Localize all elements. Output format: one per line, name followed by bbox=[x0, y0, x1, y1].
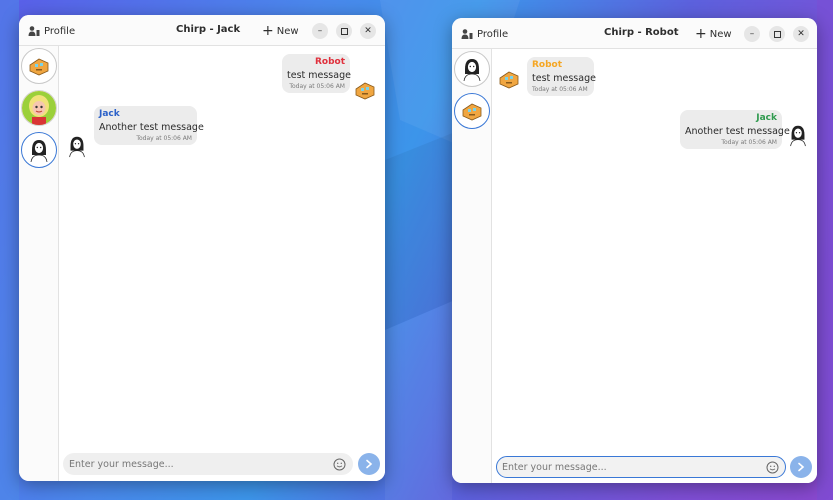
minimize-button[interactable]: – bbox=[312, 23, 328, 39]
contacts-sidebar bbox=[452, 49, 492, 483]
emoji-icon[interactable] bbox=[333, 458, 346, 471]
chat-window-robot: Profile Chirp - Robot + New – ✕ Robot te… bbox=[452, 18, 817, 483]
contact-jack[interactable] bbox=[454, 51, 490, 87]
send-button[interactable] bbox=[358, 453, 380, 475]
titlebar: Profile Chirp - Jack + New – ✕ bbox=[19, 15, 385, 46]
chat-window-jack: Profile Chirp - Jack + New – ✕ Robot tes… bbox=[19, 15, 385, 481]
close-icon: ✕ bbox=[797, 29, 805, 39]
maximize-button[interactable] bbox=[769, 26, 785, 42]
message-text: test message bbox=[287, 70, 351, 81]
message-bubble: Jack Another test message Today at 05:06… bbox=[680, 110, 790, 149]
profile-label: Profile bbox=[44, 25, 76, 37]
message-bubble: Jack Another test message Today at 05:06… bbox=[94, 106, 204, 145]
close-button[interactable]: ✕ bbox=[793, 26, 809, 42]
contact-jack[interactable] bbox=[21, 132, 57, 168]
profile-button[interactable]: Profile bbox=[28, 22, 75, 40]
minimize-icon: – bbox=[317, 26, 323, 36]
message-input[interactable] bbox=[69, 456, 329, 473]
sender-name: Robot bbox=[532, 60, 563, 70]
contact-robot[interactable] bbox=[454, 93, 490, 129]
message-text: Another test message bbox=[685, 126, 790, 137]
sender-name: Jack bbox=[99, 109, 120, 119]
window-title: Chirp - Robot bbox=[604, 27, 679, 38]
message-timestamp: Today at 05:06 AM bbox=[136, 135, 192, 142]
new-chat-button[interactable]: + New bbox=[695, 25, 732, 43]
send-button[interactable] bbox=[790, 456, 812, 478]
new-label: New bbox=[276, 25, 299, 37]
profile-button[interactable]: Profile bbox=[461, 25, 508, 43]
jack-avatar-icon bbox=[463, 59, 481, 82]
jack-avatar bbox=[786, 123, 810, 147]
robot-avatar-icon bbox=[355, 82, 375, 100]
titlebar: Profile Chirp - Robot + New – ✕ bbox=[452, 18, 817, 49]
message-input-wrapper bbox=[496, 456, 786, 478]
minimize-button[interactable]: – bbox=[744, 26, 760, 42]
message-text: test message bbox=[532, 73, 596, 84]
maximize-icon bbox=[773, 30, 781, 38]
message-bubble: Robot test message Today at 05:06 AM bbox=[282, 54, 351, 93]
send-arrow-icon bbox=[798, 462, 805, 472]
maximize-icon bbox=[340, 27, 348, 35]
close-button[interactable]: ✕ bbox=[360, 23, 376, 39]
close-icon: ✕ bbox=[364, 26, 372, 36]
sender-name: Jack bbox=[756, 113, 777, 123]
new-label: New bbox=[709, 28, 732, 40]
minimize-icon: – bbox=[749, 29, 755, 39]
robot-avatar-icon bbox=[29, 58, 49, 76]
emoji-icon[interactable] bbox=[766, 461, 779, 474]
sender-name: Robot bbox=[314, 57, 345, 67]
message-timestamp: Today at 05:06 AM bbox=[721, 139, 777, 146]
robot-avatar-icon bbox=[499, 71, 519, 89]
message-bubble: Robot test message Today at 05:06 AM bbox=[527, 57, 596, 96]
profile-icon bbox=[461, 29, 473, 39]
contacts-sidebar bbox=[19, 46, 59, 481]
message-text: Another test message bbox=[99, 122, 204, 133]
window-title: Chirp - Jack bbox=[176, 24, 241, 35]
robot-avatar bbox=[497, 67, 521, 91]
jack-avatar-icon bbox=[69, 136, 85, 158]
chat-area: Robot test message Today at 05:06 AM Jac… bbox=[492, 49, 817, 483]
profile-label: Profile bbox=[477, 28, 509, 40]
send-arrow-icon bbox=[366, 459, 373, 469]
contact-robot[interactable] bbox=[21, 48, 57, 84]
plus-icon: + bbox=[695, 26, 707, 42]
plus-icon: + bbox=[262, 23, 274, 39]
blonde-avatar-icon bbox=[22, 91, 56, 125]
robot-avatar bbox=[353, 78, 377, 102]
jack-avatar-icon bbox=[30, 140, 48, 163]
chat-area: Robot test message Today at 05:06 AM Jac… bbox=[59, 46, 385, 481]
profile-icon bbox=[28, 26, 40, 36]
maximize-button[interactable] bbox=[336, 23, 352, 39]
message-input-wrapper bbox=[63, 453, 353, 475]
message-input[interactable] bbox=[502, 459, 762, 476]
new-chat-button[interactable]: + New bbox=[262, 22, 299, 40]
jack-avatar bbox=[65, 134, 89, 158]
robot-avatar-icon bbox=[462, 103, 482, 121]
jack-avatar-icon bbox=[790, 125, 806, 147]
contact-blonde-person[interactable] bbox=[21, 90, 57, 126]
message-timestamp: Today at 05:06 AM bbox=[289, 83, 345, 90]
message-timestamp: Today at 05:06 AM bbox=[532, 86, 588, 93]
